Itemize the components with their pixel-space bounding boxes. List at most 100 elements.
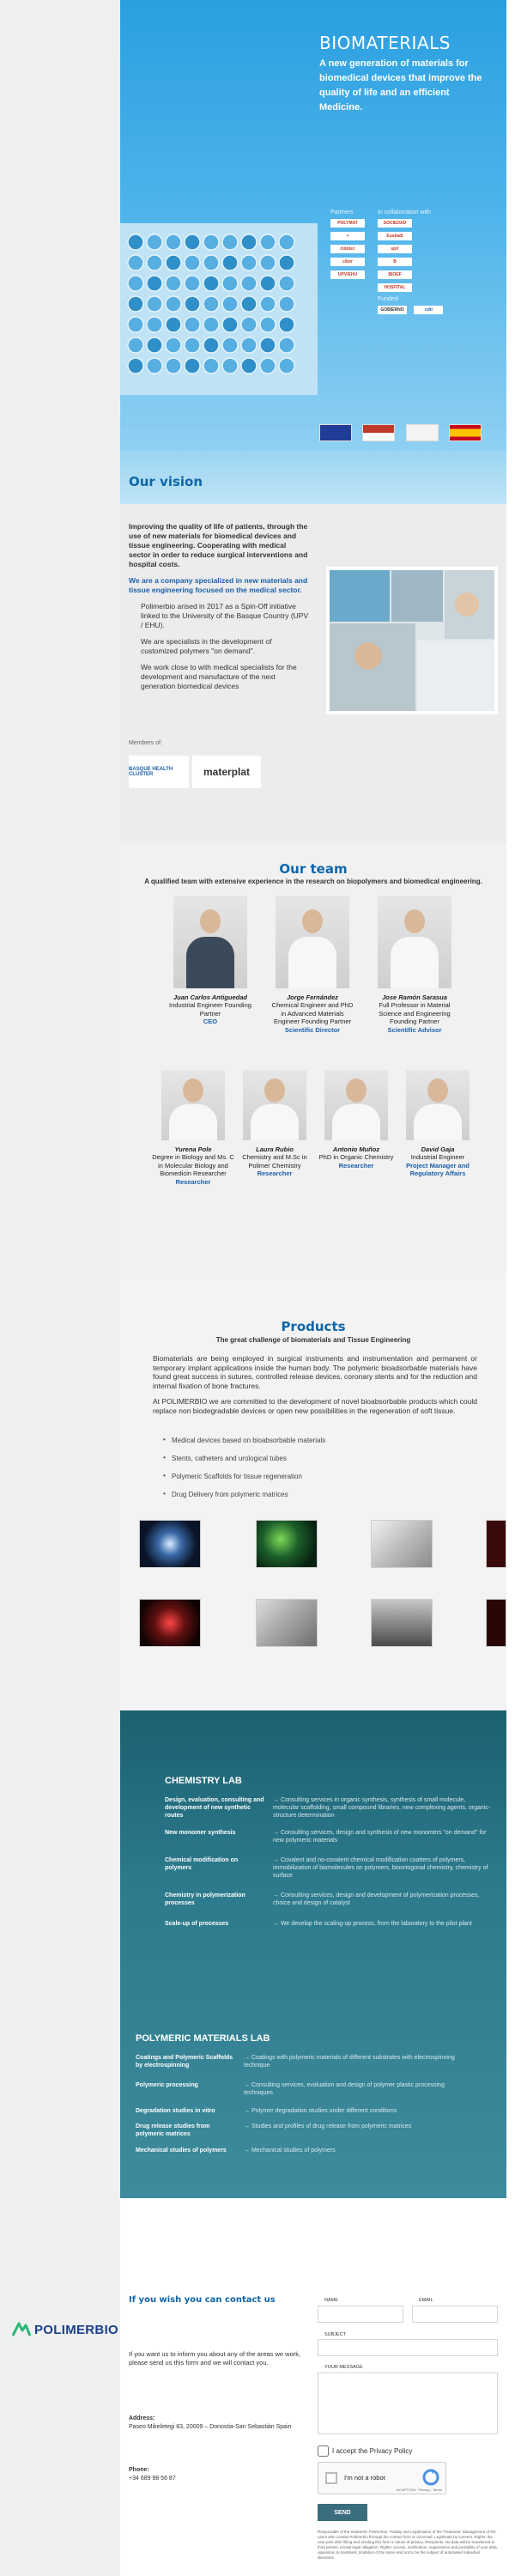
- collab-logo: HOSPITAL: [378, 283, 412, 292]
- well-mark: [184, 295, 201, 313]
- products-paragraph: Biomaterials are being employed in surgi…: [153, 1354, 477, 1390]
- product-image[interactable]: [486, 1520, 506, 1568]
- eu-flag-icon: [319, 424, 352, 441]
- member-role: Chemical Engineer and PhD in Advanced Ma…: [271, 1001, 354, 1025]
- partner-logo: ciber: [330, 258, 365, 266]
- send-button[interactable]: SEND: [318, 2504, 367, 2521]
- product-image[interactable]: [139, 1520, 201, 1568]
- product-image[interactable]: [371, 1520, 433, 1568]
- basque-health-cluster-logo: BASQUE HEALTH CLUSTER: [129, 756, 189, 788]
- well-mark: [184, 254, 201, 271]
- page-content: BIOMATERIALS A new generation of materia…: [120, 0, 506, 2576]
- member-position: CEO: [203, 1018, 218, 1025]
- well-mark: [146, 295, 163, 313]
- well-mark: [184, 234, 201, 251]
- flags-row: [319, 424, 491, 445]
- collab-column: In collaboration with SOCIEDAD Euskadi s…: [378, 210, 464, 323]
- name-input[interactable]: [318, 2306, 403, 2323]
- chemistry-lab-row: Chemical modification on polymers → Cova…: [165, 1856, 500, 1880]
- team-member-card: Laura Rubio Chemistry and M.Sc in Polime…: [233, 1070, 316, 1178]
- member-role: Industrial Engineer Founding Partner: [169, 1001, 251, 1018]
- lab-row-value: → Mechanical studies of polymers: [244, 2148, 336, 2154]
- funded-logo: GOBIERNO: [378, 306, 407, 314]
- privacy-checkbox[interactable]: [318, 2445, 329, 2457]
- well-mark: [240, 254, 258, 271]
- lab-row-value: → Consulting services, evaluation and de…: [244, 2082, 445, 2096]
- well-mark: [165, 234, 182, 251]
- well-mark: [278, 234, 295, 251]
- lab-row-value: → We develop the scaling-up process, fro…: [273, 1921, 472, 1927]
- vision-paragraph: We are specialists in the development of…: [141, 637, 272, 655]
- message-textarea[interactable]: [318, 2372, 498, 2434]
- lab-row-key: Coatings and Polymeric Scaffolds by elec…: [136, 2055, 233, 2069]
- product-image[interactable]: [256, 1520, 318, 1568]
- collab-logo: Euskadi: [378, 232, 412, 240]
- brand-logo[interactable]: POLIMERBIO: [12, 2322, 118, 2337]
- product-image[interactable]: [371, 1599, 433, 1647]
- privacy-row: I accept the Privacy Policy: [318, 2445, 412, 2457]
- hero-title: BIOMATERIALS: [319, 33, 451, 53]
- well-mark: [184, 316, 201, 333]
- member-name: Antonio Muñoz: [332, 1145, 380, 1153]
- member-name: Laura Rubio: [256, 1145, 294, 1153]
- well-mark: [278, 316, 295, 333]
- subject-input[interactable]: [318, 2339, 498, 2356]
- vision-title: Our vision: [129, 474, 203, 489]
- well-mark: [278, 275, 295, 292]
- well-mark: [221, 316, 239, 333]
- well-mark: [203, 254, 220, 271]
- lab-row-value: → Polymer degradation studies under diff…: [244, 2108, 397, 2114]
- product-image[interactable]: [256, 1599, 318, 1647]
- polymeric-lab-row: Mechanical studies of polymers → Mechani…: [136, 2147, 470, 2154]
- lab-row-value: → Covalent and no-covalent chemical modi…: [273, 1857, 488, 1879]
- well-mark: [240, 234, 258, 251]
- products-list-item: Drug Delivery from polymeric matrices: [163, 1490, 472, 1498]
- well-mark: [165, 337, 182, 354]
- member-photo: [406, 1070, 470, 1140]
- well-mark: [203, 316, 220, 333]
- well-mark: [127, 295, 144, 313]
- member-photo: [173, 896, 247, 988]
- well-mark: [203, 275, 220, 292]
- well-mark: [146, 316, 163, 333]
- well-mark: [203, 337, 220, 354]
- collab-label: In collaboration with: [378, 210, 431, 216]
- subject-label: SUBJECT: [324, 2332, 347, 2337]
- team-member-card: Yurena Pole Degree in Biology and Ms. C …: [152, 1070, 234, 1186]
- vision-paragraph: Improving the quality of life of patient…: [129, 522, 308, 568]
- member-role: Full Professor in Material Science and E…: [379, 1001, 451, 1025]
- well-mark: [221, 254, 239, 271]
- chemistry-lab-row: New monomer synthesis → Consulting servi…: [165, 1829, 500, 1844]
- well-mark: [127, 357, 144, 374]
- well-mark: [127, 337, 144, 354]
- polimerbio-logo-icon: [12, 2322, 31, 2336]
- recaptcha-terms[interactable]: reCAPTCHA · Privacy - Terms: [397, 2488, 443, 2492]
- email-label: EMAIL: [419, 2298, 433, 2303]
- email-input[interactable]: [412, 2306, 498, 2323]
- recaptcha-checkbox[interactable]: [325, 2472, 337, 2484]
- lab-row-value: → Consulting services, design and synthe…: [273, 1830, 487, 1844]
- phone-block: Phone: +34 689 98 56 87: [129, 2466, 318, 2482]
- address-label: Address:: [129, 2415, 155, 2421]
- well-mark: [203, 234, 220, 251]
- product-image[interactable]: [139, 1599, 201, 1647]
- well-mark: [278, 295, 295, 313]
- funded-label: Funded: [378, 296, 398, 302]
- partner-logo: UPV/EHU: [330, 270, 365, 279]
- member-photo: [378, 896, 451, 988]
- hero-section: BIOMATERIALS A new generation of materia…: [120, 0, 506, 451]
- lab-row-key: Polymeric processing: [136, 2082, 198, 2088]
- privacy-label[interactable]: I accept the Privacy Policy: [332, 2447, 412, 2455]
- spain-flag-icon: [449, 424, 482, 441]
- collab-logo: BIOEF: [378, 270, 412, 279]
- contact-intro: If you want us to inform you about any o…: [129, 2350, 301, 2366]
- well-mark: [165, 357, 182, 374]
- member-photo: [324, 1070, 388, 1140]
- well-mark: [240, 295, 258, 313]
- member-position: Scientific Director: [284, 1025, 341, 1034]
- team-member-card: David Gaja Industrial Engineer Project M…: [397, 1070, 479, 1178]
- product-image[interactable]: [486, 1599, 506, 1647]
- well-mark: [165, 295, 182, 313]
- well-mark: [259, 275, 276, 292]
- well-mark: [259, 357, 276, 374]
